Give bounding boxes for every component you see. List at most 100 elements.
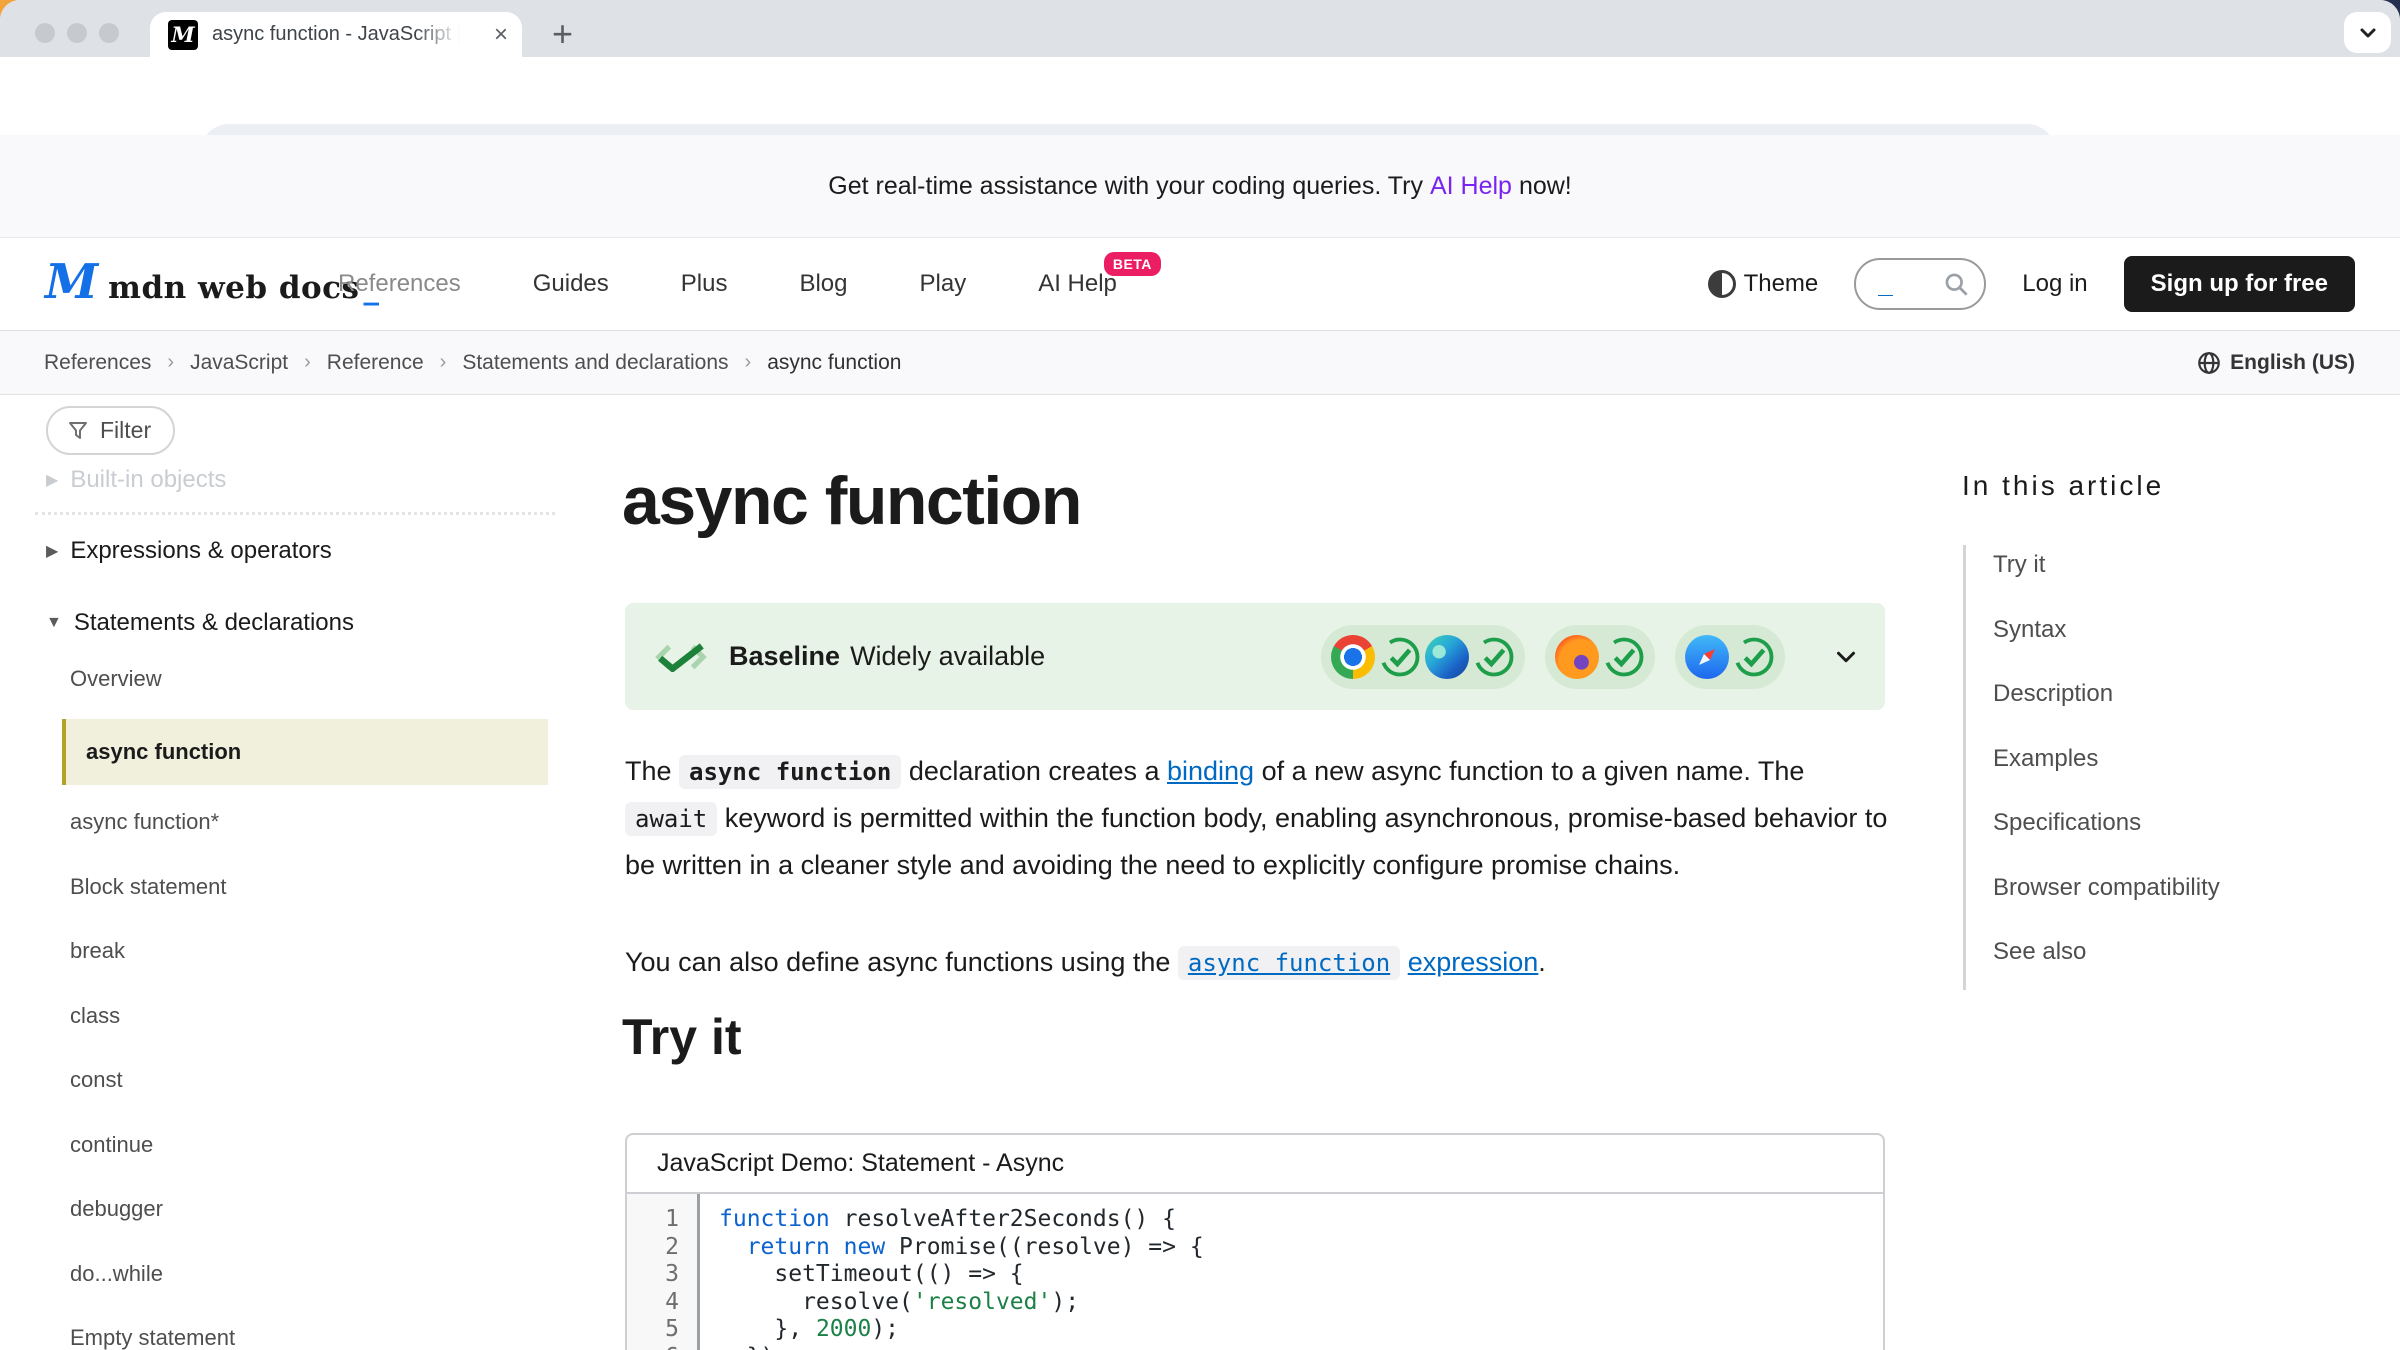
locale-switcher[interactable]: English (US) [2196, 331, 2355, 394]
ai-help-banner-link[interactable]: AI Help [1430, 172, 1512, 201]
code-token: 2000 [816, 1316, 871, 1342]
nav-item-plus[interactable]: Plus [681, 270, 728, 298]
sidebar-section-label: Expressions & operators [70, 537, 331, 565]
code-token: ); [1051, 1289, 1079, 1315]
sidebar-filter-button[interactable]: Filter [46, 406, 175, 455]
tab-close-icon[interactable]: × [494, 23, 508, 47]
sidebar-section-statements[interactable]: ▼ Statements & declarations [46, 609, 354, 637]
search-input[interactable]: _ [1854, 258, 1986, 310]
nav-item-references[interactable]: References [338, 270, 461, 298]
tryit-heading: Try it [622, 1008, 741, 1066]
sidebar-item-async-function[interactable]: async function* [70, 808, 235, 835]
baseline-status: Widely available [850, 641, 1045, 672]
breadcrumb-item-statements-and-declarations[interactable]: Statements and declarations [462, 351, 728, 375]
toc-item-see-also[interactable]: See also [1993, 938, 2220, 965]
breadcrumb-item-javascript[interactable]: JavaScript [190, 351, 288, 375]
toc-title: In this article [1962, 470, 2164, 502]
tab-search-button[interactable] [2344, 12, 2391, 53]
toc-item-specifications[interactable]: Specifications [1993, 809, 2220, 836]
code-token: return [747, 1234, 830, 1260]
window-zoom-button[interactable] [99, 23, 119, 43]
check-icon [1473, 636, 1515, 678]
code-lines: 1function resolveAfter2Seconds() {2 retu… [627, 1206, 1883, 1350]
breadcrumb-item-references[interactable]: References [44, 351, 151, 375]
code-line: 4 resolve('resolved'); [627, 1289, 1883, 1317]
mdn-logo[interactable]: M mdn web docs _ [45, 258, 379, 306]
code-token: resolveAfter2Seconds() { [830, 1206, 1176, 1232]
edge-icon [1425, 635, 1469, 679]
toc-item-syntax[interactable]: Syntax [1993, 616, 2220, 643]
sidebar-section-expressions[interactable]: ▶ Expressions & operators [46, 537, 332, 565]
text-link-binding[interactable]: binding [1167, 756, 1254, 786]
toc-item-examples[interactable]: Examples [1993, 745, 2220, 772]
demo-code-editor[interactable]: 1function resolveAfter2Seconds() {2 retu… [627, 1194, 1883, 1350]
sidebar-item-overview[interactable]: Overview [70, 666, 162, 692]
collapsed-triangle-icon: ▶ [46, 541, 58, 561]
text-link-expression[interactable]: expression [1408, 947, 1539, 977]
check-icon [1379, 636, 1421, 678]
sidebar-section-label: Statements & declarations [74, 609, 354, 637]
header-actions: Theme _ Log in Sign up for free [1708, 238, 2355, 330]
sidebar-item-debugger[interactable]: debugger [70, 1195, 235, 1222]
nav-item-guides[interactable]: Guides [533, 270, 609, 298]
sidebar-item-class[interactable]: class [70, 1002, 235, 1029]
toc-item-browser-compatibility[interactable]: Browser compatibility [1993, 874, 2220, 901]
sidebar-item-empty-statement[interactable]: Empty statement [70, 1324, 235, 1350]
signup-button[interactable]: Sign up for free [2124, 256, 2355, 312]
interactive-demo: JavaScript Demo: Statement - Async 1func… [625, 1133, 1885, 1350]
nav-item-ai-help[interactable]: AI HelpBETA [1038, 270, 1117, 298]
browser-toolbar: ← → developer.allizom.org/en-US/docs/Web… [0, 57, 2400, 135]
inline-code: async function [1178, 946, 1400, 980]
code-link-async-function[interactable]: async function [1178, 947, 1400, 977]
code-token: resolve( [719, 1289, 913, 1315]
breadcrumb-separator: › [440, 351, 447, 374]
sidebar-item-continue[interactable]: continue [70, 1131, 235, 1158]
nav-item-blog[interactable]: Blog [799, 270, 847, 298]
window-close-button[interactable] [35, 23, 55, 43]
toc-item-try-it[interactable]: Try it [1993, 551, 2220, 578]
theme-icon [1708, 270, 1736, 298]
login-link[interactable]: Log in [2022, 270, 2087, 298]
search-icon [1943, 271, 1970, 298]
code-line: 1function resolveAfter2Seconds() { [627, 1206, 1883, 1234]
sidebar-section-label: Built-in objects [70, 466, 226, 494]
breadcrumb-item-reference[interactable]: Reference [327, 351, 424, 375]
code-token: }); [719, 1344, 788, 1350]
paragraph-text: keyword is permitted within the function… [625, 803, 1887, 880]
new-tab-button[interactable]: + [552, 13, 573, 55]
sidebar-item-do-while[interactable]: do...while [70, 1260, 235, 1287]
search-cursor: _ [1878, 269, 1892, 300]
paragraph-text: of a new async function to a given name.… [1254, 756, 1804, 786]
line-number: 1 [627, 1206, 697, 1234]
firefox-icon [1555, 635, 1599, 679]
sidebar-item-const[interactable]: const [70, 1066, 235, 1093]
expanded-triangle-icon: ▼ [46, 614, 62, 632]
breadcrumb-item-async-function[interactable]: async function [767, 351, 901, 375]
baseline-label: Baseline [729, 641, 840, 672]
line-number: 4 [627, 1289, 697, 1317]
mdn-logo-mark: M [45, 258, 98, 306]
window-minimize-button[interactable] [67, 23, 87, 43]
paragraph-text: . [1538, 947, 1546, 977]
filter-funnel-icon [66, 419, 90, 443]
beta-badge: BETA [1104, 252, 1161, 276]
baseline-banner: Baseline Widely available [625, 603, 1885, 710]
toc-list: Try it Syntax Description Examples Specifica… [1993, 551, 2220, 965]
sidebar-item-block-statement[interactable]: Block statement [70, 873, 235, 900]
locale-label: English (US) [2230, 351, 2355, 375]
nav-item-play[interactable]: Play [920, 270, 967, 298]
check-icon [1733, 636, 1775, 678]
sidebar-section-builtin-objects[interactable]: ▶ Built-in objects [46, 466, 226, 494]
sidebar-item-break[interactable]: break [70, 937, 235, 964]
baseline-expand-chevron-icon[interactable] [1831, 642, 1861, 672]
sidebar-item-list: async function* Block statement break class… [70, 808, 235, 1350]
paragraph-text: You can also define async functions usin… [625, 947, 1178, 977]
inline-code: await [625, 802, 717, 836]
theme-switcher[interactable]: Theme [1708, 270, 1819, 298]
code-content: setTimeout(() => { [697, 1261, 1024, 1289]
code-token [830, 1234, 844, 1260]
browser-tab[interactable]: M async function - JavaScript | × [150, 12, 522, 57]
code-content: return new Promise((resolve) => { [697, 1234, 1204, 1262]
toc-item-description[interactable]: Description [1993, 680, 2220, 707]
sidebar-item-async-function-selected[interactable]: async function [62, 719, 548, 785]
